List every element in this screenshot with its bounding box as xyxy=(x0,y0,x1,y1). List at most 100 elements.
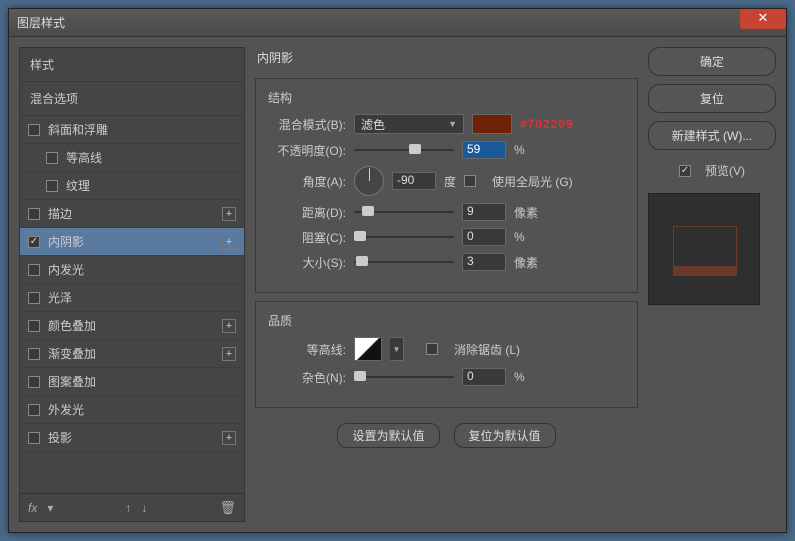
color-annotation: #702209 xyxy=(520,117,574,131)
style-list-panel: 样式 混合选项 斜面和浮雕等高线纹理描边 + 内阴影 + 内发光光泽颜色叠加+ 渐变叠加 +… xyxy=(19,47,245,522)
choke-unit: % xyxy=(514,230,525,244)
styles-header[interactable]: 样式 xyxy=(20,48,244,82)
titlebar[interactable]: 图层样式 ✕ xyxy=(9,9,786,37)
ok-button[interactable]: 确定 xyxy=(648,47,776,76)
style-checkbox[interactable] xyxy=(28,292,40,304)
style-item-label: 图案叠加 xyxy=(48,373,96,390)
style-checkbox[interactable] xyxy=(28,432,40,444)
style-checkbox[interactable] xyxy=(28,236,40,248)
style-item-6[interactable]: 光泽 xyxy=(20,284,244,312)
style-item-label: 内阴影 xyxy=(48,233,84,250)
opacity-input[interactable]: 59 xyxy=(462,141,506,159)
close-button[interactable]: ✕ xyxy=(740,9,786,29)
preview-label: 预览(V) xyxy=(705,162,745,179)
style-item-9[interactable]: 图案叠加 xyxy=(20,368,244,396)
style-item-label: 纹理 xyxy=(66,177,90,194)
action-panel: 确定 复位 新建样式 (W)... 预览(V) xyxy=(648,47,776,522)
contour-label: 等高线: xyxy=(268,341,346,358)
size-unit: 像素 xyxy=(514,254,538,271)
quality-group: 品质 等高线: ▼ 消除锯齿 (L) 杂色(N): 0 % xyxy=(255,301,638,408)
style-item-0[interactable]: 斜面和浮雕 xyxy=(20,116,244,144)
style-checkbox[interactable] xyxy=(28,376,40,388)
cancel-button[interactable]: 复位 xyxy=(648,84,776,113)
settings-panel: 内阴影 结构 混合模式(B): 滤色 ▼ #702209 不透明度(O): 59 xyxy=(255,47,638,522)
make-default-button[interactable]: 设置为默认值 xyxy=(337,423,439,448)
style-checkbox[interactable] xyxy=(28,320,40,332)
style-item-label: 等高线 xyxy=(66,149,102,166)
structure-group: 结构 混合模式(B): 滤色 ▼ #702209 不透明度(O): 59 % xyxy=(255,78,638,293)
opacity-unit: % xyxy=(514,143,525,157)
preview-shape-icon xyxy=(673,266,737,276)
angle-dial[interactable] xyxy=(354,166,384,196)
style-checkbox[interactable] xyxy=(46,180,58,192)
opacity-label: 不透明度(O): xyxy=(268,142,346,159)
style-item-label: 描边 xyxy=(48,205,72,222)
distance-slider[interactable] xyxy=(354,205,454,219)
style-item-label: 光泽 xyxy=(48,289,72,306)
fx-menu[interactable]: fx xyxy=(28,501,37,515)
angle-input[interactable]: -90 xyxy=(392,172,436,190)
preview-box xyxy=(648,193,760,305)
add-effect-icon[interactable]: + xyxy=(222,319,236,333)
move-up-icon[interactable]: ↑ xyxy=(125,501,131,515)
style-checkbox[interactable] xyxy=(28,348,40,360)
anti-alias-checkbox[interactable] xyxy=(426,343,438,355)
style-checkbox[interactable] xyxy=(28,264,40,276)
new-style-button[interactable]: 新建样式 (W)... xyxy=(648,121,776,150)
size-input[interactable]: 3 xyxy=(462,253,506,271)
style-checkbox[interactable] xyxy=(28,208,40,220)
style-item-8[interactable]: 渐变叠加 + xyxy=(20,340,244,368)
add-effect-icon[interactable]: + xyxy=(222,207,236,221)
style-item-5[interactable]: 内发光 xyxy=(20,256,244,284)
noise-input[interactable]: 0 xyxy=(462,368,506,386)
layer-style-dialog: 图层样式 ✕ 样式 混合选项 斜面和浮雕等高线纹理描边 + 内阴影 + 内发光光泽颜色叠… xyxy=(8,8,787,533)
preview-shape-icon xyxy=(673,226,737,266)
reset-default-button[interactable]: 复位为默认值 xyxy=(454,423,556,448)
noise-unit: % xyxy=(514,370,525,384)
style-checkbox[interactable] xyxy=(28,404,40,416)
global-light-checkbox[interactable] xyxy=(464,175,476,187)
structure-title: 结构 xyxy=(268,89,625,106)
size-slider[interactable] xyxy=(354,255,454,269)
add-effect-icon[interactable]: + xyxy=(222,431,236,445)
blend-options-header[interactable]: 混合选项 xyxy=(20,82,244,116)
style-item-4[interactable]: 内阴影 + xyxy=(20,228,244,256)
preview-checkbox[interactable] xyxy=(679,165,691,177)
quality-title: 品质 xyxy=(268,312,625,329)
list-footer: fx ▾ ↑ ↓ 🗑 xyxy=(20,493,244,521)
style-item-label: 内发光 xyxy=(48,261,84,278)
style-item-2[interactable]: 纹理 xyxy=(20,172,244,200)
style-list: 样式 混合选项 斜面和浮雕等高线纹理描边 + 内阴影 + 内发光光泽颜色叠加+ 渐变叠加 +… xyxy=(20,48,244,493)
style-item-1[interactable]: 等高线 xyxy=(20,144,244,172)
add-effect-icon[interactable]: + xyxy=(222,235,236,249)
blend-mode-value: 滤色 xyxy=(361,116,385,133)
anti-alias-label: 消除锯齿 (L) xyxy=(454,341,520,358)
style-item-label: 投影 xyxy=(48,429,72,446)
style-item-label: 渐变叠加 xyxy=(48,345,96,362)
style-item-10[interactable]: 外发光 xyxy=(20,396,244,424)
angle-unit: 度 xyxy=(444,173,456,190)
blend-mode-select[interactable]: 滤色 ▼ xyxy=(354,114,464,134)
fx-chevron-icon[interactable]: ▾ xyxy=(47,501,53,515)
style-item-7[interactable]: 颜色叠加+ xyxy=(20,312,244,340)
distance-input[interactable]: 9 xyxy=(462,203,506,221)
style-item-3[interactable]: 描边 + xyxy=(20,200,244,228)
angle-label: 角度(A): xyxy=(268,173,346,190)
style-item-label: 外发光 xyxy=(48,401,84,418)
style-checkbox[interactable] xyxy=(46,152,58,164)
noise-label: 杂色(N): xyxy=(268,369,346,386)
move-down-icon[interactable]: ↓ xyxy=(141,501,147,515)
noise-slider[interactable] xyxy=(354,370,454,384)
choke-input[interactable]: 0 xyxy=(462,228,506,246)
style-checkbox[interactable] xyxy=(28,124,40,136)
contour-picker[interactable] xyxy=(354,337,382,361)
distance-unit: 像素 xyxy=(514,204,538,221)
style-item-11[interactable]: 投影 + xyxy=(20,424,244,452)
opacity-slider[interactable] xyxy=(354,143,454,157)
color-swatch[interactable] xyxy=(472,114,512,134)
contour-dropdown[interactable]: ▼ xyxy=(390,337,404,361)
trash-icon[interactable]: 🗑 xyxy=(220,500,237,516)
add-effect-icon[interactable]: + xyxy=(222,347,236,361)
blend-mode-label: 混合模式(B): xyxy=(268,116,346,133)
choke-slider[interactable] xyxy=(354,230,454,244)
